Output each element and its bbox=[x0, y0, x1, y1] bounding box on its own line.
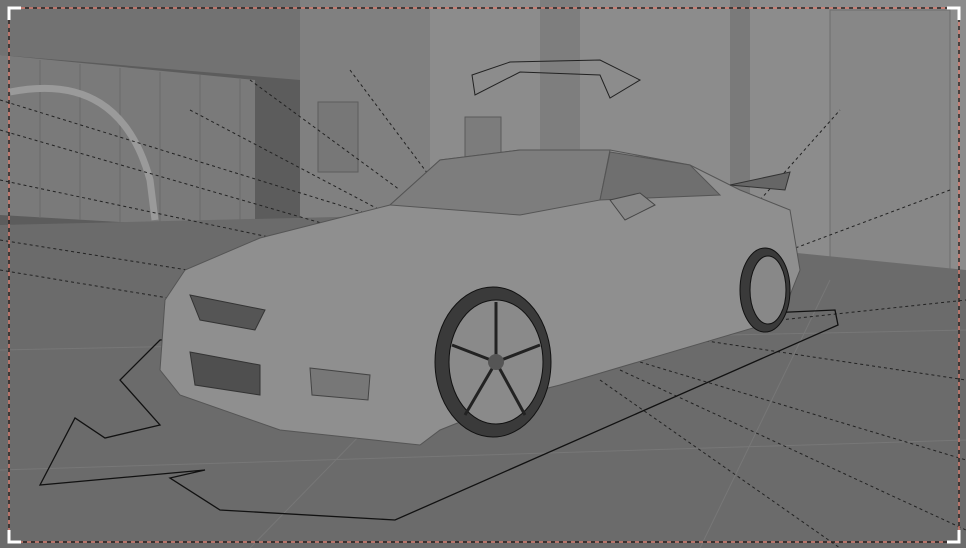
rear-wheel bbox=[739, 247, 791, 333]
3d-viewport[interactable] bbox=[0, 0, 966, 548]
wall-door-panel bbox=[829, 9, 951, 271]
wall-pillar bbox=[730, 0, 750, 210]
scene-render bbox=[0, 0, 966, 548]
left-building-wall bbox=[0, 55, 255, 230]
center-door bbox=[317, 101, 359, 173]
front-wheel bbox=[434, 286, 552, 438]
